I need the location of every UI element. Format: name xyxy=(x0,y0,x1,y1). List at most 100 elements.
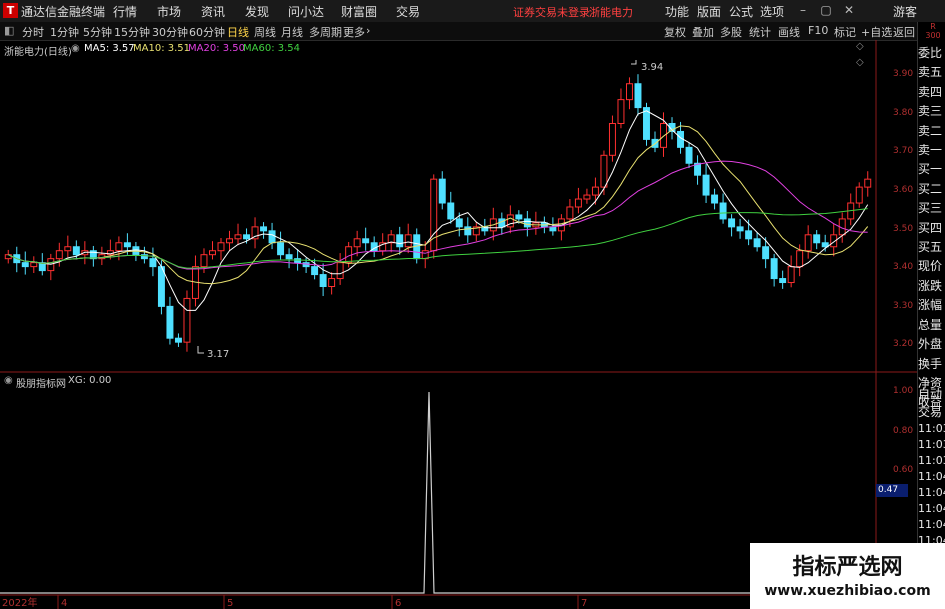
high-annotation: 3.94 xyxy=(641,62,663,73)
quote-label: 买三 xyxy=(918,201,943,216)
period-30min[interactable]: 30分钟 xyxy=(152,24,188,40)
legend-ma10: MA10: 3.51 xyxy=(133,43,191,54)
x-axis: 2022年 4 5 6 7 xyxy=(2,595,587,609)
period-monthly[interactable]: 月线 xyxy=(281,24,303,40)
time-label: 11:03 xyxy=(918,454,945,467)
candle-body xyxy=(464,226,472,236)
period-1min[interactable]: 1分钟 xyxy=(50,24,79,40)
close-icon[interactable]: ✕ xyxy=(841,2,857,18)
candle-body xyxy=(702,174,710,196)
chart-canvas[interactable]: 3.94 3.17 2022年 4 5 6 7 xyxy=(0,40,918,609)
guest-label[interactable]: 游客 xyxy=(893,3,917,20)
tool-add-watchlist[interactable]: +自选 xyxy=(861,24,892,40)
time-label: 11:04 xyxy=(918,518,945,531)
candle-body xyxy=(660,122,667,148)
panel-toggle-icon[interactable]: ◧ xyxy=(4,24,14,37)
period-weekly[interactable]: 周线 xyxy=(254,24,276,40)
watermark-title: 指标严选网 xyxy=(792,555,903,580)
tool-f10[interactable]: F10 xyxy=(808,24,828,37)
price-tick: 3.40 xyxy=(893,262,914,272)
tool-biaoji[interactable]: 标记 xyxy=(834,24,856,40)
menu-wenxiaoda[interactable]: 问小达 xyxy=(288,3,324,20)
more-chevron-icon[interactable]: › xyxy=(366,24,370,37)
candle-body xyxy=(149,258,157,268)
tool-duogu[interactable]: 多股 xyxy=(720,24,742,40)
menu-gongneng[interactable]: 功能 xyxy=(665,3,689,20)
period-multi[interactable]: 多周期 xyxy=(309,24,342,40)
candle-body xyxy=(30,262,38,268)
sub-tick: 0.60 xyxy=(893,465,914,475)
candle-body xyxy=(455,218,463,228)
candle-body xyxy=(787,266,795,284)
candle-body xyxy=(855,186,863,204)
candle-body xyxy=(243,234,251,240)
period-5min[interactable]: 5分钟 xyxy=(83,24,112,40)
legend-toggle-icon[interactable]: ◉ xyxy=(71,43,80,54)
candle-body xyxy=(396,234,404,248)
quote-label: 卖四 xyxy=(918,84,943,99)
candle-body xyxy=(277,242,285,256)
chart-diamond-icon-2[interactable]: ◇ xyxy=(856,57,864,68)
legend-ma60: MA60: 3.54 xyxy=(243,43,301,54)
candle-body xyxy=(268,230,276,244)
current-stock-name: 浙能电力 xyxy=(589,6,633,19)
menu-zixun[interactable]: 资讯 xyxy=(201,3,225,20)
candle-body xyxy=(583,194,591,200)
auto-trade-label[interactable]: 交易 xyxy=(918,403,945,421)
period-15min[interactable]: 15分钟 xyxy=(114,24,150,40)
time-label: 11:03 xyxy=(918,422,945,435)
sub-legend-toggle-icon[interactable]: ◉ xyxy=(4,375,13,386)
candle-body xyxy=(864,178,872,188)
menu-caifuquan[interactable]: 财富圈 xyxy=(341,3,377,20)
menu-jiaoyi[interactable]: 交易 xyxy=(396,3,420,20)
candle-body xyxy=(353,238,361,248)
watermark-url: www.xuezhibiao.com xyxy=(764,583,931,599)
candle-body xyxy=(617,99,625,124)
corner-value: 300 xyxy=(925,31,941,40)
tool-tongji[interactable]: 统计 xyxy=(749,24,771,40)
quote-label: 卖三 xyxy=(918,104,943,119)
period-fenshi[interactable]: 分时 xyxy=(22,24,44,40)
candle-body xyxy=(294,258,302,264)
candle-body xyxy=(447,202,455,220)
trade-login-notice[interactable]: 证券交易未登录 xyxy=(513,4,590,20)
menu-xuanxiang[interactable]: 选项 xyxy=(760,3,784,20)
candle-body xyxy=(55,250,63,260)
sub-indicator-name: 股朋指标网 xyxy=(16,379,66,390)
auto-trade-label[interactable]: 自动 xyxy=(918,385,945,403)
candle-body xyxy=(523,218,531,228)
price-tick: 3.80 xyxy=(893,108,914,118)
candle-body xyxy=(21,262,29,268)
tool-huaxian[interactable]: 画线 xyxy=(778,24,800,40)
tool-back[interactable]: 返回 xyxy=(893,24,915,40)
maximize-icon[interactable]: ▢ xyxy=(818,2,834,18)
tool-fuquan[interactable]: 复权 xyxy=(664,24,686,40)
chart-diamond-icon[interactable]: ◇ xyxy=(856,41,864,52)
candle-body xyxy=(728,218,736,228)
app-logo-icon: T xyxy=(3,3,18,18)
candle-body xyxy=(174,337,182,343)
candle-body xyxy=(319,274,327,288)
quote-label: 总量 xyxy=(918,317,943,332)
menu-faxian[interactable]: 发现 xyxy=(245,3,269,20)
quote-label: 涨跌 xyxy=(918,278,943,293)
menu-banmian[interactable]: 版面 xyxy=(697,3,721,20)
sub-indicator-xg: XG: 0.00 xyxy=(68,375,112,386)
menu-gongshi[interactable]: 公式 xyxy=(729,3,753,20)
low-marker xyxy=(197,346,204,354)
minimize-icon[interactable]: – xyxy=(795,2,811,18)
period-daily[interactable]: 日线 xyxy=(227,24,249,40)
title-bar: T 通达信金融终端 行情 市场 资讯 发现 问小达 财富圈 交易 证券交易未登录… xyxy=(0,0,945,23)
period-60min[interactable]: 60分钟 xyxy=(189,24,225,40)
candle-body xyxy=(336,262,344,280)
candle-body xyxy=(762,246,770,260)
tool-diejia[interactable]: 叠加 xyxy=(692,24,714,40)
menu-shichang[interactable]: 市场 xyxy=(157,3,181,20)
candle-body xyxy=(183,297,191,343)
moving-average-lines xyxy=(8,110,869,311)
menu-hangqing[interactable]: 行情 xyxy=(113,3,137,20)
time-label: 11:03 xyxy=(918,438,945,451)
time-labels: 自动交易11:0311:0311:0311:0411:0411:0411:041… xyxy=(918,385,945,565)
period-more[interactable]: 更多 xyxy=(343,24,365,40)
time-label: 11:04 xyxy=(918,502,945,515)
